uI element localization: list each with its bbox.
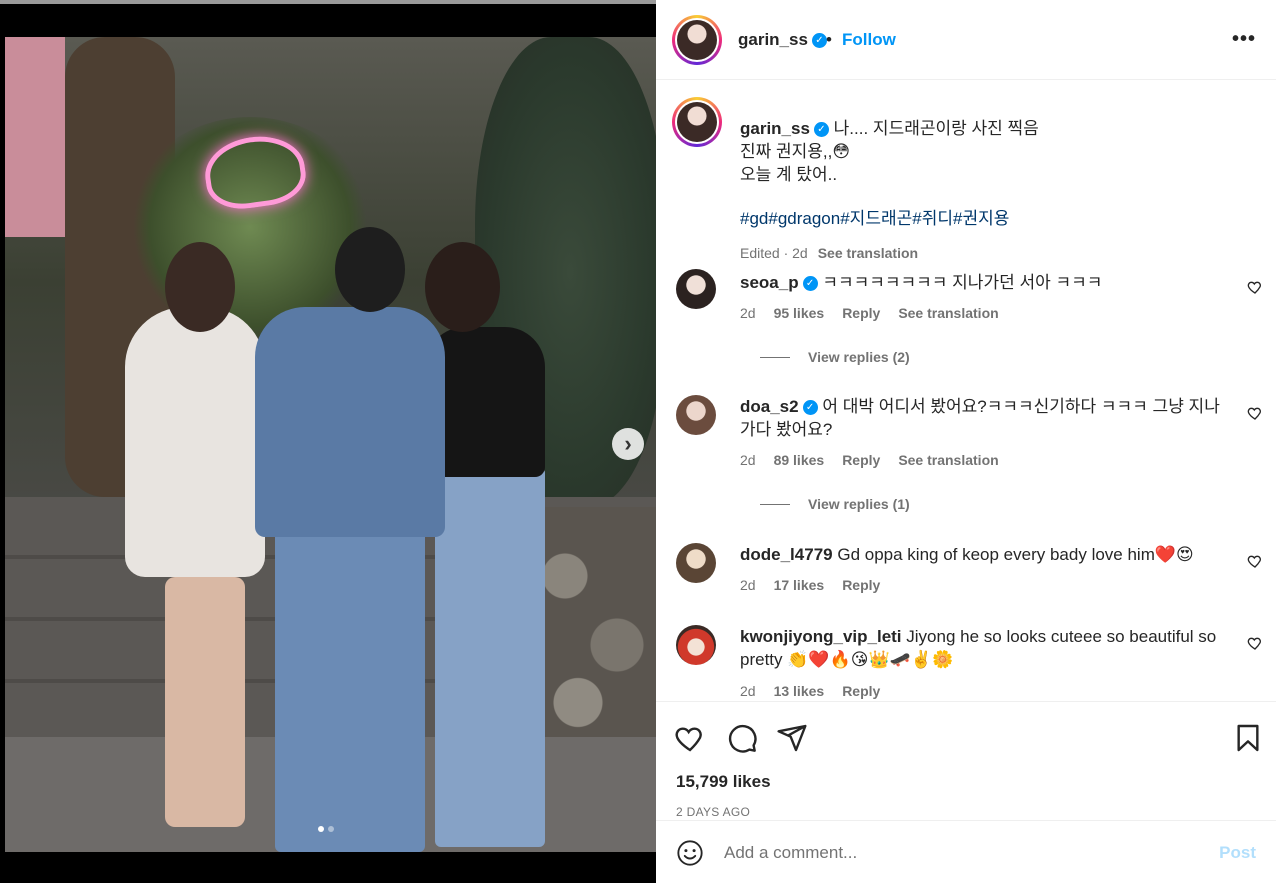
hashtag-link[interactable]: #쥐디 bbox=[912, 207, 953, 230]
verified-badge-icon: ✓ bbox=[802, 276, 818, 292]
post-header: garin_ss ✓ • Follow ••• bbox=[656, 0, 1276, 80]
comment-text: seoa_p ✓ ㅋㅋㅋㅋㅋㅋㅋㅋ 지나가던 서아 ㅋㅋㅋ bbox=[740, 271, 1220, 294]
photo-stones bbox=[526, 507, 656, 737]
comment-text: doa_s2 ✓ 어 대박 어디서 봤어요?ㅋㅋㅋ신기하다 ㅋㅋㅋ 그냥 지나가다… bbox=[740, 395, 1220, 441]
like-count[interactable]: 15,799 likes bbox=[676, 772, 771, 792]
comment-body: Gd oppa king of keop every bady love him… bbox=[837, 545, 1194, 564]
comment-likes[interactable]: 95 likes bbox=[774, 305, 825, 321]
header-separator: • bbox=[826, 30, 832, 49]
comment-likes[interactable]: 17 likes bbox=[774, 577, 825, 593]
person-left-head bbox=[165, 242, 235, 332]
view-replies-button[interactable]: View replies (1) bbox=[760, 496, 910, 512]
reply-button[interactable]: Reply bbox=[842, 683, 880, 699]
author-username[interactable]: garin_ss ✓ bbox=[738, 30, 827, 50]
chevron-right-icon[interactable]: › bbox=[612, 428, 644, 460]
person-center-head bbox=[335, 227, 405, 312]
author-username-text[interactable]: garin_ss bbox=[738, 30, 808, 49]
commenter-username[interactable]: dode_l4779 bbox=[740, 545, 833, 564]
comment-body: ㅋㅋㅋㅋㅋㅋㅋㅋ 지나가던 서아 ㅋㅋㅋ bbox=[822, 273, 1103, 292]
person-right-legs bbox=[435, 467, 545, 847]
author-avatar[interactable] bbox=[672, 15, 722, 65]
post-media: › bbox=[0, 0, 656, 883]
post-actions: 15,799 likes 2 DAYS AGO bbox=[656, 701, 1276, 820]
comment-likes[interactable]: 89 likes bbox=[774, 452, 825, 468]
heart-icon[interactable] bbox=[1247, 635, 1263, 651]
comment-icon[interactable] bbox=[726, 722, 758, 754]
person-right-head bbox=[425, 242, 500, 332]
hashtag-link[interactable]: #gdragon bbox=[768, 207, 840, 230]
replies-divider bbox=[760, 356, 790, 358]
heart-icon[interactable] bbox=[1247, 279, 1263, 295]
commenter-avatar[interactable] bbox=[676, 395, 716, 435]
comment-likes[interactable]: 13 likes bbox=[774, 683, 825, 699]
verified-badge-icon: ✓ bbox=[802, 400, 818, 416]
comment-meta: 2d 17 likes Reply bbox=[740, 577, 880, 593]
comment-composer: Post bbox=[656, 820, 1276, 883]
verified-badge-icon: ✓ bbox=[813, 122, 829, 138]
comment-text: kwonjiyong_vip_leti Jiyong he so looks c… bbox=[740, 625, 1220, 671]
comment-meta: 2d 13 likes Reply bbox=[740, 683, 880, 699]
follow-button[interactable]: Follow bbox=[842, 30, 896, 50]
person-center-legs bbox=[275, 527, 425, 852]
see-translation-button[interactable]: See translation bbox=[898, 452, 998, 468]
caption-hashtags: #gd #gdragon #지드래곤 #쥐디 #권지용 bbox=[740, 207, 1260, 230]
see-translation-button[interactable]: See translation bbox=[818, 242, 918, 265]
hashtag-link[interactable]: #지드래곤 bbox=[840, 207, 912, 230]
carousel-dot-active bbox=[318, 826, 324, 832]
caption-username[interactable]: garin_ss bbox=[740, 119, 810, 138]
commenter-avatar[interactable] bbox=[676, 269, 716, 309]
media-top-edge bbox=[0, 0, 656, 4]
comments-section[interactable]: garin_ss ✓ 나.... 지드래곤이랑 사진 찍음 진짜 권지용,,😳 오… bbox=[656, 81, 1276, 701]
commenter-username[interactable]: kwonjiyong_vip_leti bbox=[740, 627, 902, 646]
comment-age: 2d bbox=[740, 452, 756, 468]
view-replies-label[interactable]: View replies (2) bbox=[808, 349, 910, 365]
post-photo[interactable] bbox=[5, 37, 656, 852]
view-replies-button[interactable]: View replies (2) bbox=[760, 349, 910, 365]
share-icon[interactable] bbox=[776, 722, 808, 754]
person-center-body bbox=[255, 307, 445, 537]
comment-age: 2d bbox=[740, 305, 756, 321]
comment-meta: 2d 89 likes Reply See translation bbox=[740, 452, 999, 468]
reply-button[interactable]: Reply bbox=[842, 305, 880, 321]
commenter-avatar[interactable] bbox=[676, 543, 716, 583]
verified-badge-icon: ✓ bbox=[811, 33, 827, 49]
person-left-legs bbox=[165, 577, 245, 827]
reply-button[interactable]: Reply bbox=[842, 452, 880, 468]
post-panel: garin_ss ✓ • Follow ••• garin_ss ✓ 나.... 지… bbox=[656, 0, 1276, 883]
view-replies-label[interactable]: View replies (1) bbox=[808, 496, 910, 512]
caption-line-1: 나.... 지드래곤이랑 사진 찍음 bbox=[833, 119, 1039, 138]
carousel-dot bbox=[328, 826, 334, 832]
post-button[interactable]: Post bbox=[1219, 843, 1256, 863]
caption-body: garin_ss ✓ 나.... 지드래곤이랑 사진 찍음 진짜 권지용,,😳 오… bbox=[740, 117, 1260, 265]
post-date: 2 DAYS AGO bbox=[676, 805, 751, 819]
heart-icon[interactable] bbox=[674, 722, 706, 754]
caption-edited: Edited · 2d bbox=[740, 245, 808, 261]
comment-age: 2d bbox=[740, 577, 756, 593]
reply-button[interactable]: Reply bbox=[842, 577, 880, 593]
commenter-username[interactable]: seoa_p bbox=[740, 273, 799, 292]
commenter-avatar[interactable] bbox=[676, 625, 716, 665]
bookmark-icon[interactable] bbox=[1232, 722, 1264, 754]
caption-line-3: 오늘 계 탔어.. bbox=[740, 165, 838, 184]
caption-line-2: 진짜 권지용,,😳 bbox=[740, 142, 851, 161]
commenter-username[interactable]: doa_s2 bbox=[740, 397, 799, 416]
see-translation-button[interactable]: See translation bbox=[898, 305, 998, 321]
comment-input[interactable] bbox=[724, 839, 1204, 867]
emoji-icon[interactable] bbox=[676, 839, 704, 867]
hashtag-link[interactable]: #gd bbox=[740, 207, 768, 230]
photo-building bbox=[5, 37, 65, 237]
caption-avatar[interactable] bbox=[672, 97, 722, 147]
hashtag-link[interactable]: #권지용 bbox=[953, 207, 1009, 230]
heart-icon[interactable] bbox=[1247, 405, 1263, 421]
more-options-icon[interactable]: ••• bbox=[1232, 28, 1256, 51]
carousel-dots bbox=[318, 826, 334, 832]
comment-age: 2d bbox=[740, 683, 756, 699]
person-left-body bbox=[125, 307, 265, 577]
comment-text: dode_l4779 Gd oppa king of keop every ba… bbox=[740, 543, 1220, 566]
replies-divider bbox=[760, 503, 790, 505]
heart-icon[interactable] bbox=[1247, 553, 1263, 569]
caption-meta: Edited · 2d See translation bbox=[740, 242, 1260, 265]
comment-meta: 2d 95 likes Reply See translation bbox=[740, 305, 999, 321]
